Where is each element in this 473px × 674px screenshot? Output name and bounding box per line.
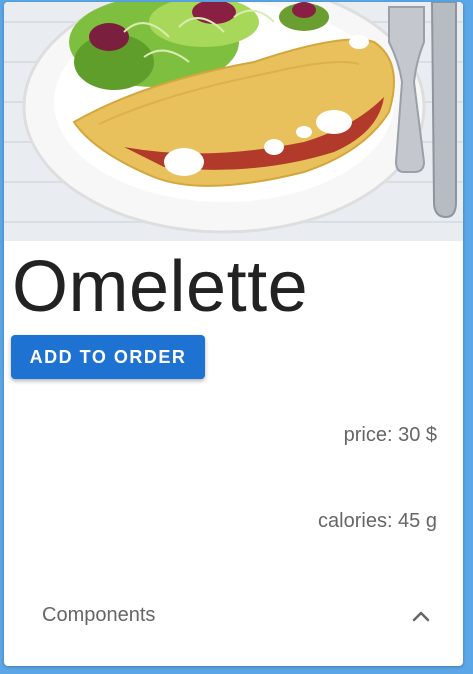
calories-label: calories: 45 g xyxy=(318,510,437,532)
add-to-order-button[interactable]: ADD TO ORDER xyxy=(11,335,205,379)
chevron-up-icon[interactable] xyxy=(411,606,431,626)
dish-photo xyxy=(4,2,463,241)
dish-card: Omelette ADD TO ORDER price: 30 $ calori… xyxy=(4,2,463,666)
app-frame: Omelette ADD TO ORDER price: 30 $ calori… xyxy=(0,0,473,674)
components-expander[interactable]: Components xyxy=(4,582,463,654)
components-label: Components xyxy=(42,604,156,626)
dish-title: Omelette xyxy=(12,247,309,327)
price-label: price: 30 $ xyxy=(343,424,437,446)
